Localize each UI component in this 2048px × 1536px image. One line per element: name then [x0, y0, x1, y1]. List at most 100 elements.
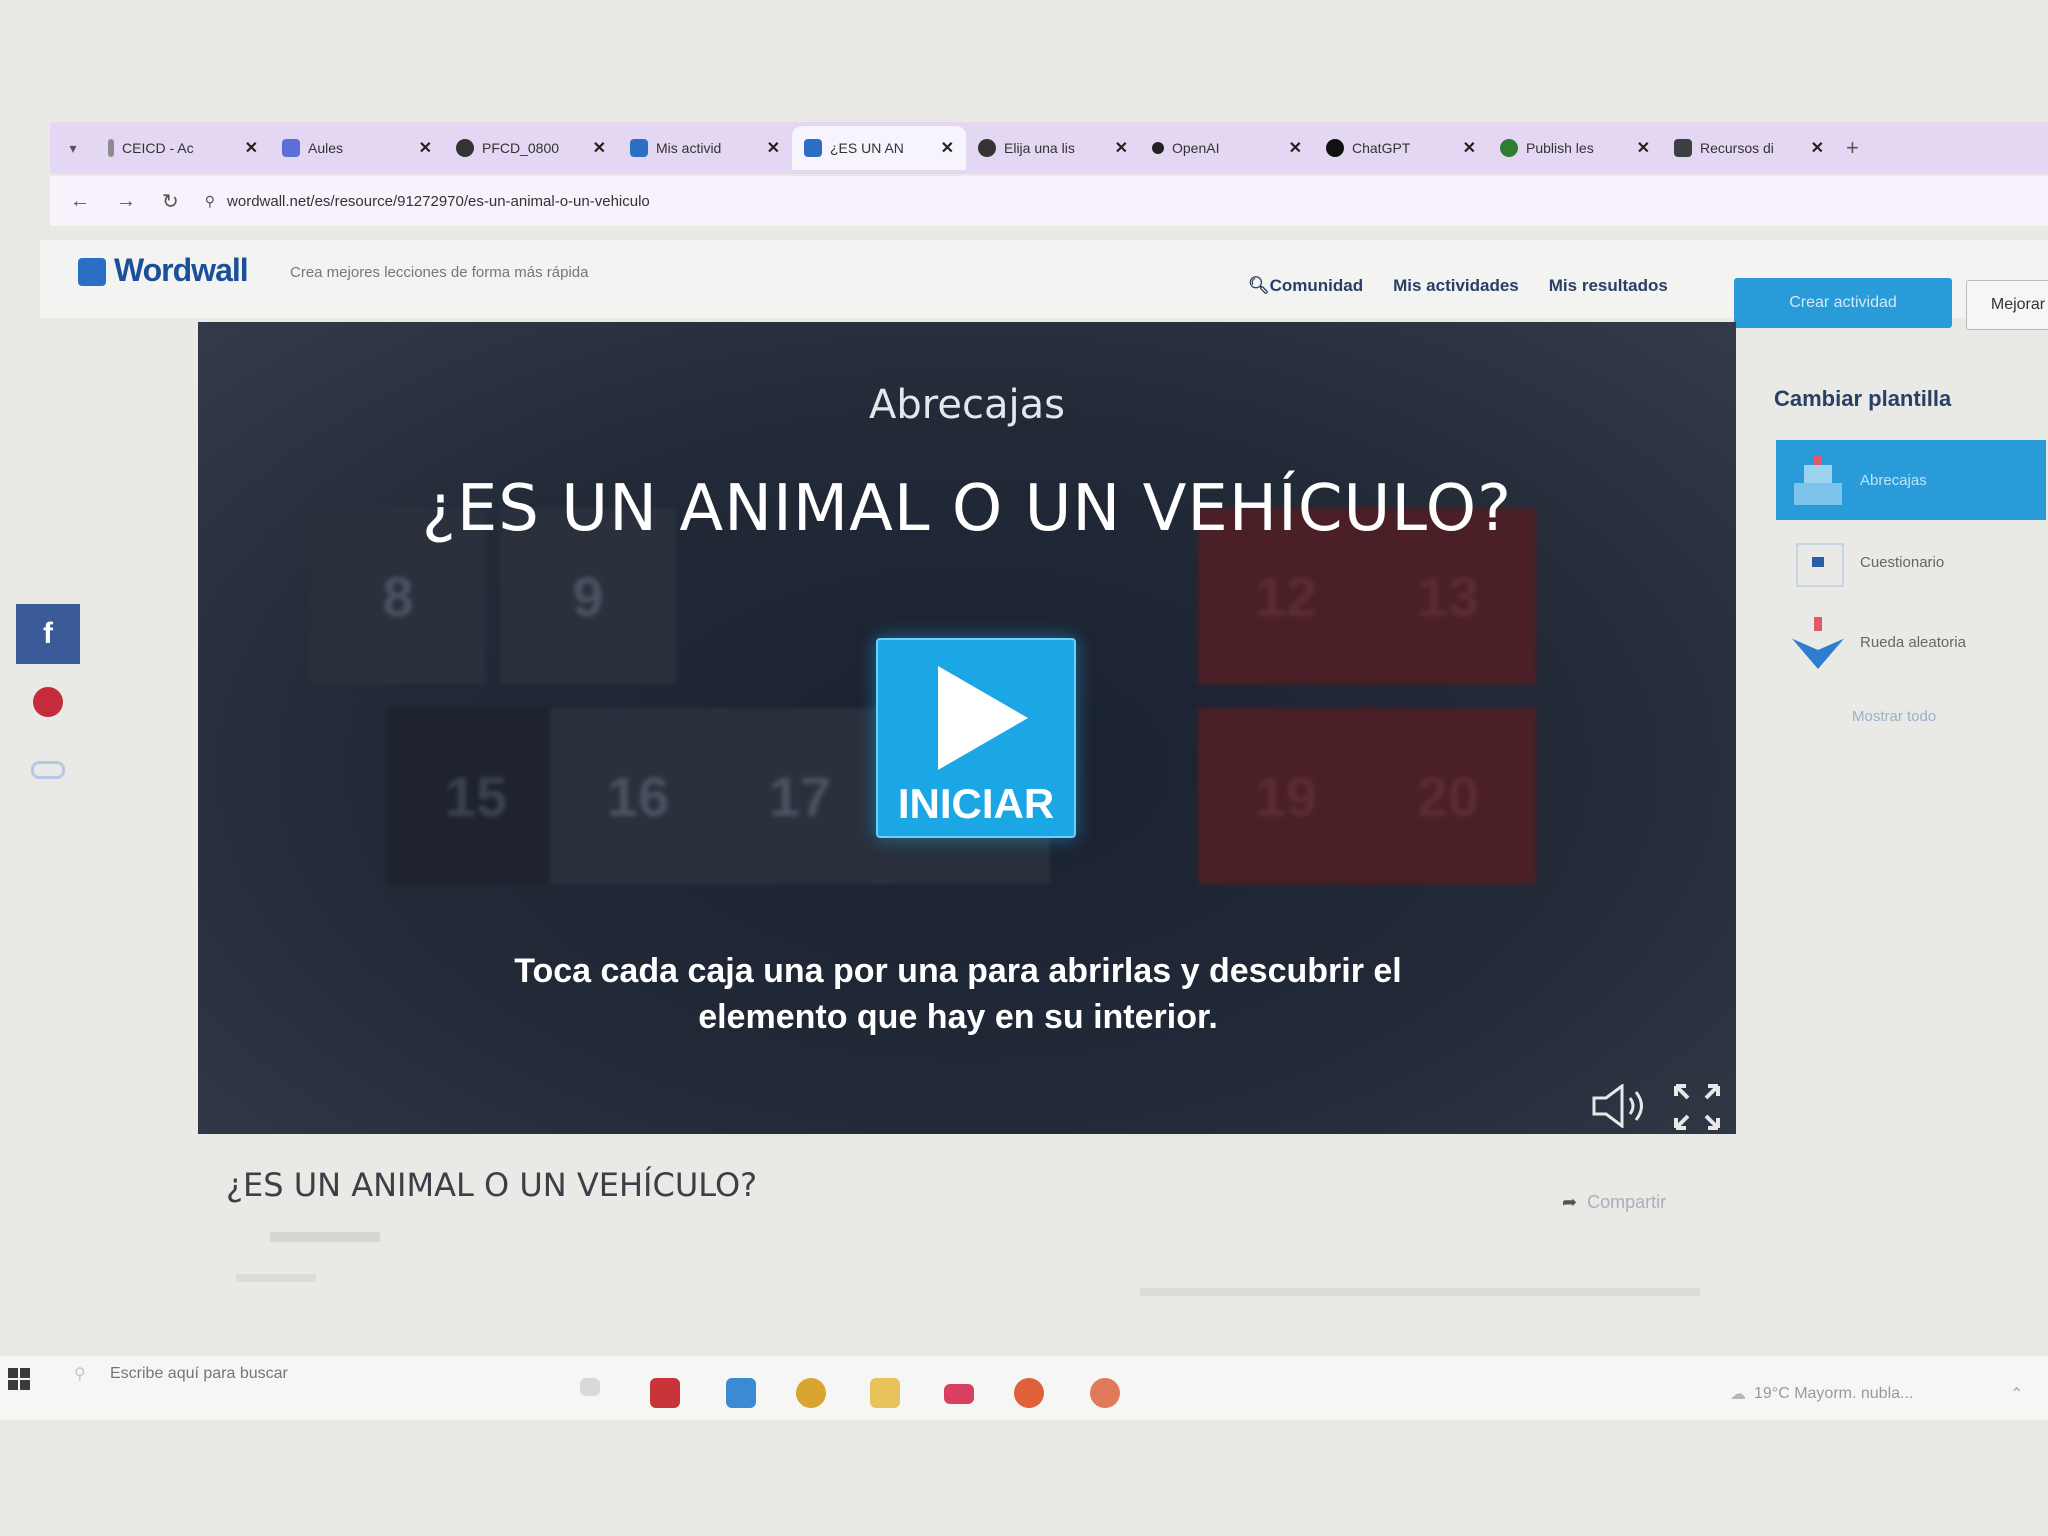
chevron-up-icon[interactable]: ⌃: [2010, 1384, 2023, 1403]
template-option-rueda-aleatoria[interactable]: Rueda aleatoria: [1776, 602, 2046, 682]
play-icon: [938, 666, 1028, 770]
browser-app-icon[interactable]: [1014, 1378, 1044, 1408]
random-wheel-icon: [1790, 615, 1846, 669]
share-arrow-icon: ➦: [1562, 1192, 1578, 1212]
media-icon[interactable]: [944, 1384, 974, 1404]
tab-title: Aules: [308, 140, 344, 156]
browser-tab[interactable]: Publish les ✕: [1488, 126, 1662, 170]
os-search-input[interactable]: [108, 1364, 432, 1384]
template-name: Abrecajas: [869, 382, 1065, 428]
speaker-icon[interactable]: [1590, 1084, 1646, 1128]
create-activity-button[interactable]: Crear actividad: [1734, 278, 1952, 328]
mystery-box-19: 19: [1198, 708, 1374, 884]
close-icon[interactable]: ✕: [1463, 138, 1476, 158]
cloud-icon: ☁: [1730, 1386, 1746, 1403]
start-label: INICIAR: [897, 780, 1055, 827]
task-view-icon[interactable]: [580, 1378, 600, 1396]
game-player[interactable]: 891213151617181920 Abrecajas ¿ES UN ANIM…: [198, 322, 1736, 1134]
close-icon[interactable]: ✕: [1115, 138, 1128, 158]
chrome-icon[interactable]: [796, 1378, 826, 1408]
quiz-icon: [1790, 535, 1846, 589]
tab-title: OpenAI: [1172, 140, 1220, 156]
tab-favicon: [456, 139, 474, 157]
link-share-button[interactable]: [16, 740, 80, 800]
pinterest-share-button[interactable]: [16, 672, 80, 732]
fullscreen-icon[interactable]: [1672, 1082, 1722, 1132]
acrobat-icon[interactable]: [650, 1378, 680, 1408]
url-text: wordwall.net/es/resource/91272970/es-un-…: [227, 192, 650, 210]
close-icon[interactable]: ✕: [419, 138, 432, 158]
share-link[interactable]: ➦ Compartir: [1562, 1192, 1666, 1213]
tab-favicon: [282, 139, 300, 157]
close-icon[interactable]: ✕: [593, 138, 606, 158]
reload-icon[interactable]: ↻: [162, 189, 179, 214]
folder-icon[interactable]: [870, 1378, 900, 1408]
tab-title: Elija una lis: [1004, 140, 1075, 156]
mystery-box-20: 20: [1360, 708, 1536, 884]
close-icon[interactable]: ✕: [767, 138, 780, 158]
tab-favicon: [1674, 139, 1692, 157]
site-header: Wordwall Crea mejores lecciones de forma…: [40, 240, 2048, 330]
tab-title: PFCD_0800: [482, 140, 560, 156]
tab-title: Recursos di: [1700, 140, 1774, 156]
template-label: Abrecajas: [1860, 471, 1927, 489]
nav-my-activities[interactable]: Mis actividades: [1393, 276, 1519, 296]
new-tab-plus-icon[interactable]: +: [1836, 135, 1859, 161]
url-field[interactable]: ⚲ wordwall.net/es/resource/91272970/es-u…: [205, 193, 650, 210]
browser-app-icon[interactable]: [1090, 1378, 1120, 1408]
upgrade-button[interactable]: Mejorar: [1966, 280, 2048, 330]
link-icon: [31, 761, 65, 779]
browser-tab-active[interactable]: ¿ES UN AN ✕: [792, 126, 966, 170]
tab-favicon: [1326, 139, 1344, 157]
game-title: ¿ES UN ANIMAL O UN VEHÍCULO?: [421, 472, 1513, 546]
tab-title: CEICD - Ac: [122, 140, 194, 156]
template-option-abrecajas[interactable]: Abrecajas: [1776, 440, 2046, 520]
tab-favicon: [978, 139, 996, 157]
site-logo[interactable]: Wordwall: [114, 252, 249, 289]
tab-search-icon[interactable]: ▾: [50, 140, 96, 157]
browser-tab[interactable]: CEICD - Ac ✕: [96, 126, 270, 170]
start-button[interactable]: INICIAR: [876, 638, 1076, 838]
mystery-box-15: 15: [388, 708, 564, 884]
box-stack-icon: [1790, 453, 1846, 507]
site-info-icon[interactable]: ⚲: [205, 193, 215, 210]
template-option-cuestionario[interactable]: Cuestionario: [1776, 522, 2046, 602]
weather-text: 19°C Mayorm. nubla...: [1754, 1385, 1914, 1402]
tab-favicon: [804, 139, 822, 157]
browser-tab[interactable]: PFCD_0800 ✕: [444, 126, 618, 170]
weather-widget[interactable]: ☁ 19°C Mayorm. nubla...: [1730, 1384, 1913, 1404]
windows-start-icon[interactable]: [8, 1368, 30, 1390]
browser-tab[interactable]: Mis activid ✕: [618, 126, 792, 170]
close-icon[interactable]: ✕: [1811, 138, 1824, 158]
close-icon[interactable]: ✕: [941, 138, 954, 158]
os-search-icon: ⚲: [74, 1364, 86, 1383]
sidebar-title: Cambiar plantilla: [1774, 386, 1952, 411]
nav-my-results[interactable]: Mis resultados: [1549, 276, 1668, 296]
action-links[interactable]: [1140, 1288, 1700, 1296]
tab-favicon: [630, 139, 648, 157]
template-sidebar: Cambiar plantilla Abrecajas Cuestionario…: [1752, 350, 2048, 770]
nav-community[interactable]: 🔍︎Comunidad: [1248, 276, 1363, 296]
browser-tab[interactable]: Recursos di ✕: [1662, 126, 1836, 170]
app-icon[interactable]: [726, 1378, 756, 1408]
show-all-link[interactable]: Mostrar todo: [1852, 708, 1936, 725]
browser-tab[interactable]: ChatGPT ✕: [1314, 126, 1488, 170]
template-label: Cuestionario: [1860, 553, 1945, 571]
address-bar: ← → ↻ ⚲ wordwall.net/es/resource/9127297…: [50, 176, 2048, 226]
tab-title: Publish les: [1526, 140, 1594, 156]
forward-arrow-icon[interactable]: →: [116, 190, 136, 213]
wordwall-logo-icon[interactable]: [78, 258, 106, 286]
browser-tab[interactable]: Elija una lis ✕: [966, 126, 1140, 170]
back-arrow-icon[interactable]: ←: [70, 190, 90, 213]
tab-favicon: [1500, 139, 1518, 157]
close-icon[interactable]: ✕: [1637, 138, 1650, 158]
tab-favicon: [108, 139, 114, 157]
browser-tab[interactable]: OpenAI ✕: [1140, 126, 1314, 170]
close-icon[interactable]: ✕: [245, 138, 258, 158]
pinterest-icon: [33, 687, 63, 717]
browser-tab[interactable]: Aules ✕: [270, 126, 444, 170]
facebook-share-button[interactable]: f: [16, 604, 80, 664]
share-label: Compartir: [1587, 1192, 1667, 1212]
activity-title: ¿ES UN ANIMAL O UN VEHÍCULO?: [226, 1166, 758, 1204]
close-icon[interactable]: ✕: [1289, 138, 1302, 158]
